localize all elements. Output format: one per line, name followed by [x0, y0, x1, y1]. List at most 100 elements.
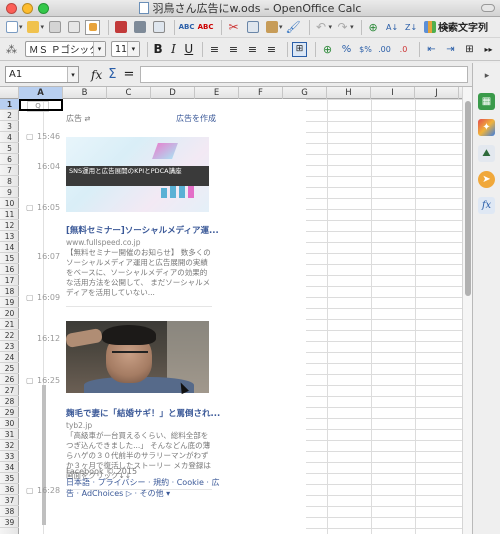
sum-icon[interactable]: Σ — [108, 67, 116, 82]
chart-icon[interactable] — [423, 20, 438, 35]
column-header-h[interactable]: H — [327, 87, 371, 99]
navigator-icon[interactable]: ➤ — [478, 171, 495, 188]
find-text-label[interactable]: 検索文字列 — [438, 19, 488, 34]
functions-icon[interactable]: fx — [478, 197, 495, 214]
create-ad-link[interactable]: 広告を作成 — [176, 113, 216, 123]
column-header-d[interactable]: D — [151, 87, 195, 99]
format-paintbrush-icon[interactable]: 🖌 — [285, 20, 300, 35]
footer-links[interactable]: 日本語 · プライバシー · 規約 · Cookie · 広告 · AdChoi… — [66, 477, 226, 499]
percent-format-icon[interactable]: % — [339, 42, 354, 57]
row-header[interactable]: 27 — [0, 385, 19, 396]
spellcheck-icon[interactable]: ABC — [179, 20, 195, 35]
function-wizard-icon[interactable]: fx — [91, 68, 102, 82]
autospellcheck-icon[interactable]: ABC — [198, 20, 214, 35]
export-pdf-icon[interactable] — [113, 20, 128, 35]
active-cell-a1[interactable] — [19, 99, 63, 111]
ad-title-link[interactable]: 麹毛で妻に「結婚サギ！」と罵倒され... — [66, 407, 220, 419]
row-header[interactable]: 29 — [0, 407, 19, 418]
row-header[interactable]: 9 — [0, 187, 19, 198]
row-header[interactable]: 22 — [0, 330, 19, 341]
column-header-f[interactable]: F — [239, 87, 283, 99]
row-header[interactable]: 3 — [0, 121, 19, 132]
row-header[interactable]: 13 — [0, 231, 19, 242]
row-header[interactable]: 15 — [0, 253, 19, 264]
align-center-icon[interactable]: ≡ — [226, 42, 241, 57]
column-header-a[interactable]: A — [19, 87, 63, 99]
chevron-down-icon[interactable]: ▾ — [67, 67, 78, 82]
ad-url[interactable]: tyb2.jp — [66, 421, 216, 430]
row-header[interactable]: 5 — [0, 143, 19, 154]
borders-icon[interactable]: ⊞ — [462, 42, 477, 57]
row-header[interactable]: 25 — [0, 363, 19, 374]
font-size-select[interactable]: 11 ▾ — [111, 41, 140, 57]
ad-image-seminar[interactable]: SNS運用と広告展開のKPIとPDCA講座 — [66, 137, 209, 212]
styles-icon[interactable]: ⁂ — [4, 42, 19, 57]
column-header-g[interactable]: G — [283, 87, 327, 99]
row-header[interactable]: 7 — [0, 165, 19, 176]
delete-decimal-icon[interactable]: .0 — [396, 42, 411, 57]
row-header[interactable]: 31 — [0, 429, 19, 440]
add-decimal-icon[interactable]: .00 — [377, 42, 392, 57]
edit-file-icon[interactable] — [85, 19, 101, 35]
align-left-icon[interactable]: ≡ — [207, 42, 222, 57]
row-header[interactable]: 33 — [0, 451, 19, 462]
formula-input[interactable] — [140, 66, 468, 83]
new-document-icon[interactable] — [4, 20, 19, 35]
column-header-j[interactable]: J — [415, 87, 459, 99]
chevron-down-icon[interactable]: ▾ — [279, 23, 283, 31]
row-header[interactable]: 36 — [0, 484, 19, 495]
more-formatting-icon[interactable]: ▸▸ — [481, 42, 496, 57]
name-box[interactable]: A1 ▾ — [5, 66, 79, 83]
row-header[interactable]: 38 — [0, 506, 19, 517]
chevron-down-icon[interactable]: ▾ — [329, 23, 333, 31]
font-name-select[interactable]: ＭＳ Ｐゴシック ▾ — [25, 41, 107, 57]
sidebar-expand-icon[interactable]: ▸ — [482, 67, 492, 84]
zoom-window-button[interactable] — [38, 3, 49, 14]
scrollbar-thumb[interactable] — [465, 101, 471, 296]
gallery-icon[interactable]: ⛰ — [478, 145, 495, 162]
ad-title-link[interactable]: [無料セミナー]ソーシャルメディア運... — [66, 224, 219, 236]
cut-icon[interactable]: ✂ — [226, 20, 241, 35]
function-icon[interactable]: = — [123, 67, 134, 82]
justify-icon[interactable]: ≡ — [264, 42, 279, 57]
row-header[interactable]: 17 — [0, 275, 19, 286]
save-icon[interactable] — [47, 20, 62, 35]
row-header[interactable]: 39 — [0, 517, 19, 528]
increase-indent-icon[interactable]: ⇥ — [443, 42, 458, 57]
redo-icon[interactable]: ↷ — [335, 20, 350, 35]
hyperlink-icon[interactable]: ⊕ — [366, 20, 381, 35]
column-header-e[interactable]: E — [195, 87, 239, 99]
row-header[interactable]: 24 — [0, 352, 19, 363]
row-header[interactable]: 35 — [0, 473, 19, 484]
chevron-down-icon[interactable]: ▾ — [41, 23, 45, 31]
row-header[interactable]: 4 — [0, 132, 19, 143]
row-header[interactable]: 23 — [0, 341, 19, 352]
toolbar-toggle-button[interactable] — [481, 4, 495, 12]
chevron-down-icon[interactable]: ▾ — [126, 42, 139, 56]
decrease-indent-icon[interactable]: ⇤ — [424, 42, 439, 57]
row-header[interactable]: 20 — [0, 308, 19, 319]
select-all-corner[interactable] — [0, 87, 19, 99]
sort-ascending-icon[interactable]: A↓ — [385, 20, 400, 35]
standard-format-icon[interactable]: $% — [358, 42, 373, 57]
chevron-down-icon[interactable]: ▾ — [93, 42, 106, 56]
row-header[interactable]: 6 — [0, 154, 19, 165]
italic-button[interactable]: I — [167, 42, 179, 56]
minimize-window-button[interactable] — [22, 3, 33, 14]
row-header[interactable]: 2 — [0, 110, 19, 121]
ad-image-person[interactable] — [66, 321, 209, 393]
merge-cells-icon[interactable]: ⊞ — [292, 41, 307, 57]
row-header[interactable]: 11 — [0, 209, 19, 220]
align-right-icon[interactable]: ≡ — [245, 42, 260, 57]
sort-descending-icon[interactable]: Z↓ — [404, 20, 419, 35]
row-header[interactable]: 30 — [0, 418, 19, 429]
currency-format-icon[interactable]: ⊕ — [320, 42, 335, 57]
row-header[interactable]: 34 — [0, 462, 19, 473]
column-header-b[interactable]: B — [63, 87, 107, 99]
paste-icon[interactable] — [264, 20, 279, 35]
row-header[interactable]: 21 — [0, 319, 19, 330]
column-header-i[interactable]: I — [371, 87, 415, 99]
row-header[interactable]: 37 — [0, 495, 19, 506]
row-header[interactable]: 8 — [0, 176, 19, 187]
ad-url[interactable]: www.fullspeed.co.jp — [66, 238, 216, 247]
